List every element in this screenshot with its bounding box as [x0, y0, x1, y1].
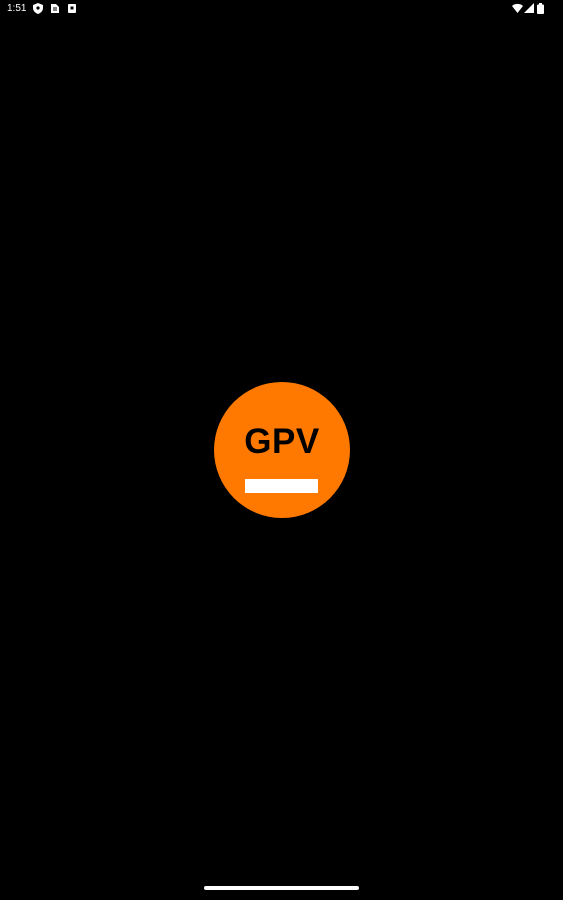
- gpv-logo: GPV: [214, 382, 350, 518]
- wifi-icon: [512, 3, 523, 14]
- gesture-nav-handle[interactable]: [204, 886, 359, 890]
- battery-icon: [537, 3, 547, 14]
- square-notification-icon: [67, 3, 77, 14]
- logo-text: GPV: [244, 422, 320, 461]
- document-icon: [50, 3, 60, 14]
- logo-underline-bar: [245, 479, 318, 493]
- status-time: 1:51: [7, 3, 27, 14]
- status-bar: 1:51: [0, 0, 563, 20]
- splash-screen: 1:51 GPV: [0, 0, 563, 900]
- shield-icon: [33, 3, 43, 14]
- cell-signal-icon: [524, 3, 534, 14]
